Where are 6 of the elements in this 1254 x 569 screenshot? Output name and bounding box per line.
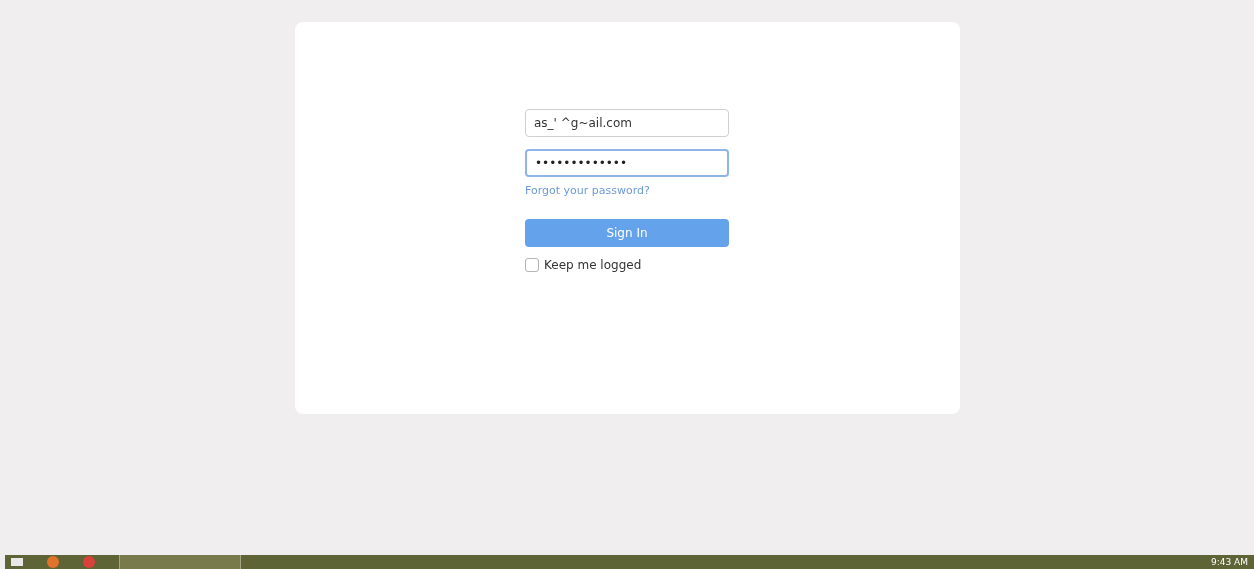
keep-logged-label: Keep me logged (544, 256, 642, 274)
checkbox[interactable] (525, 257, 539, 272)
email-field[interactable]: as_' ^g~ail.com (525, 109, 729, 137)
clock-text: 9:43 AM (1211, 556, 1248, 569)
taskbar-window-button[interactable] (119, 555, 241, 569)
password-field[interactable]: ••••••••••••• (525, 149, 729, 177)
